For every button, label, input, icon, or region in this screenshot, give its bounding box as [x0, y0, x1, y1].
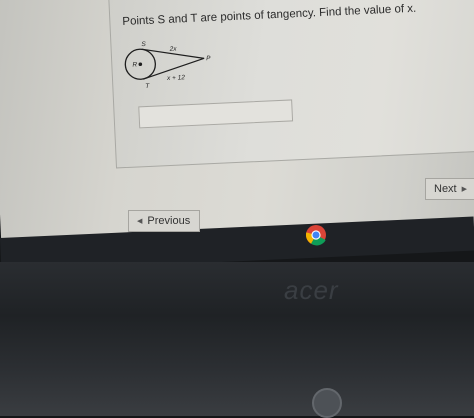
brand-logo: acer: [284, 275, 339, 305]
center-point: [138, 62, 143, 67]
next-label: Next: [434, 183, 457, 195]
label-2x: 2x: [169, 46, 178, 53]
tangent-figure: S R P T 2x x + 12: [124, 41, 211, 90]
chrome-icon[interactable]: [305, 224, 327, 246]
label-p: P: [206, 55, 211, 62]
laptop-bezel: [0, 262, 474, 416]
chevron-left-icon: ◀: [137, 218, 143, 225]
label-x-plus-12: x + 12: [166, 74, 186, 82]
next-button[interactable]: Next ▶: [425, 178, 474, 200]
question-text: Points S and T are points of tangency. F…: [122, 2, 417, 29]
label-r: R: [132, 61, 137, 68]
label-s: S: [141, 41, 146, 48]
question-card: Points S and T are points of tangency. F…: [108, 0, 474, 169]
power-button-icon: [312, 388, 342, 418]
answer-input[interactable]: [138, 99, 294, 129]
previous-button[interactable]: ◀ Previous: [128, 210, 200, 232]
previous-label: Previous: [147, 215, 191, 227]
label-t: T: [145, 83, 150, 90]
chevron-right-icon: ▶: [461, 186, 468, 193]
